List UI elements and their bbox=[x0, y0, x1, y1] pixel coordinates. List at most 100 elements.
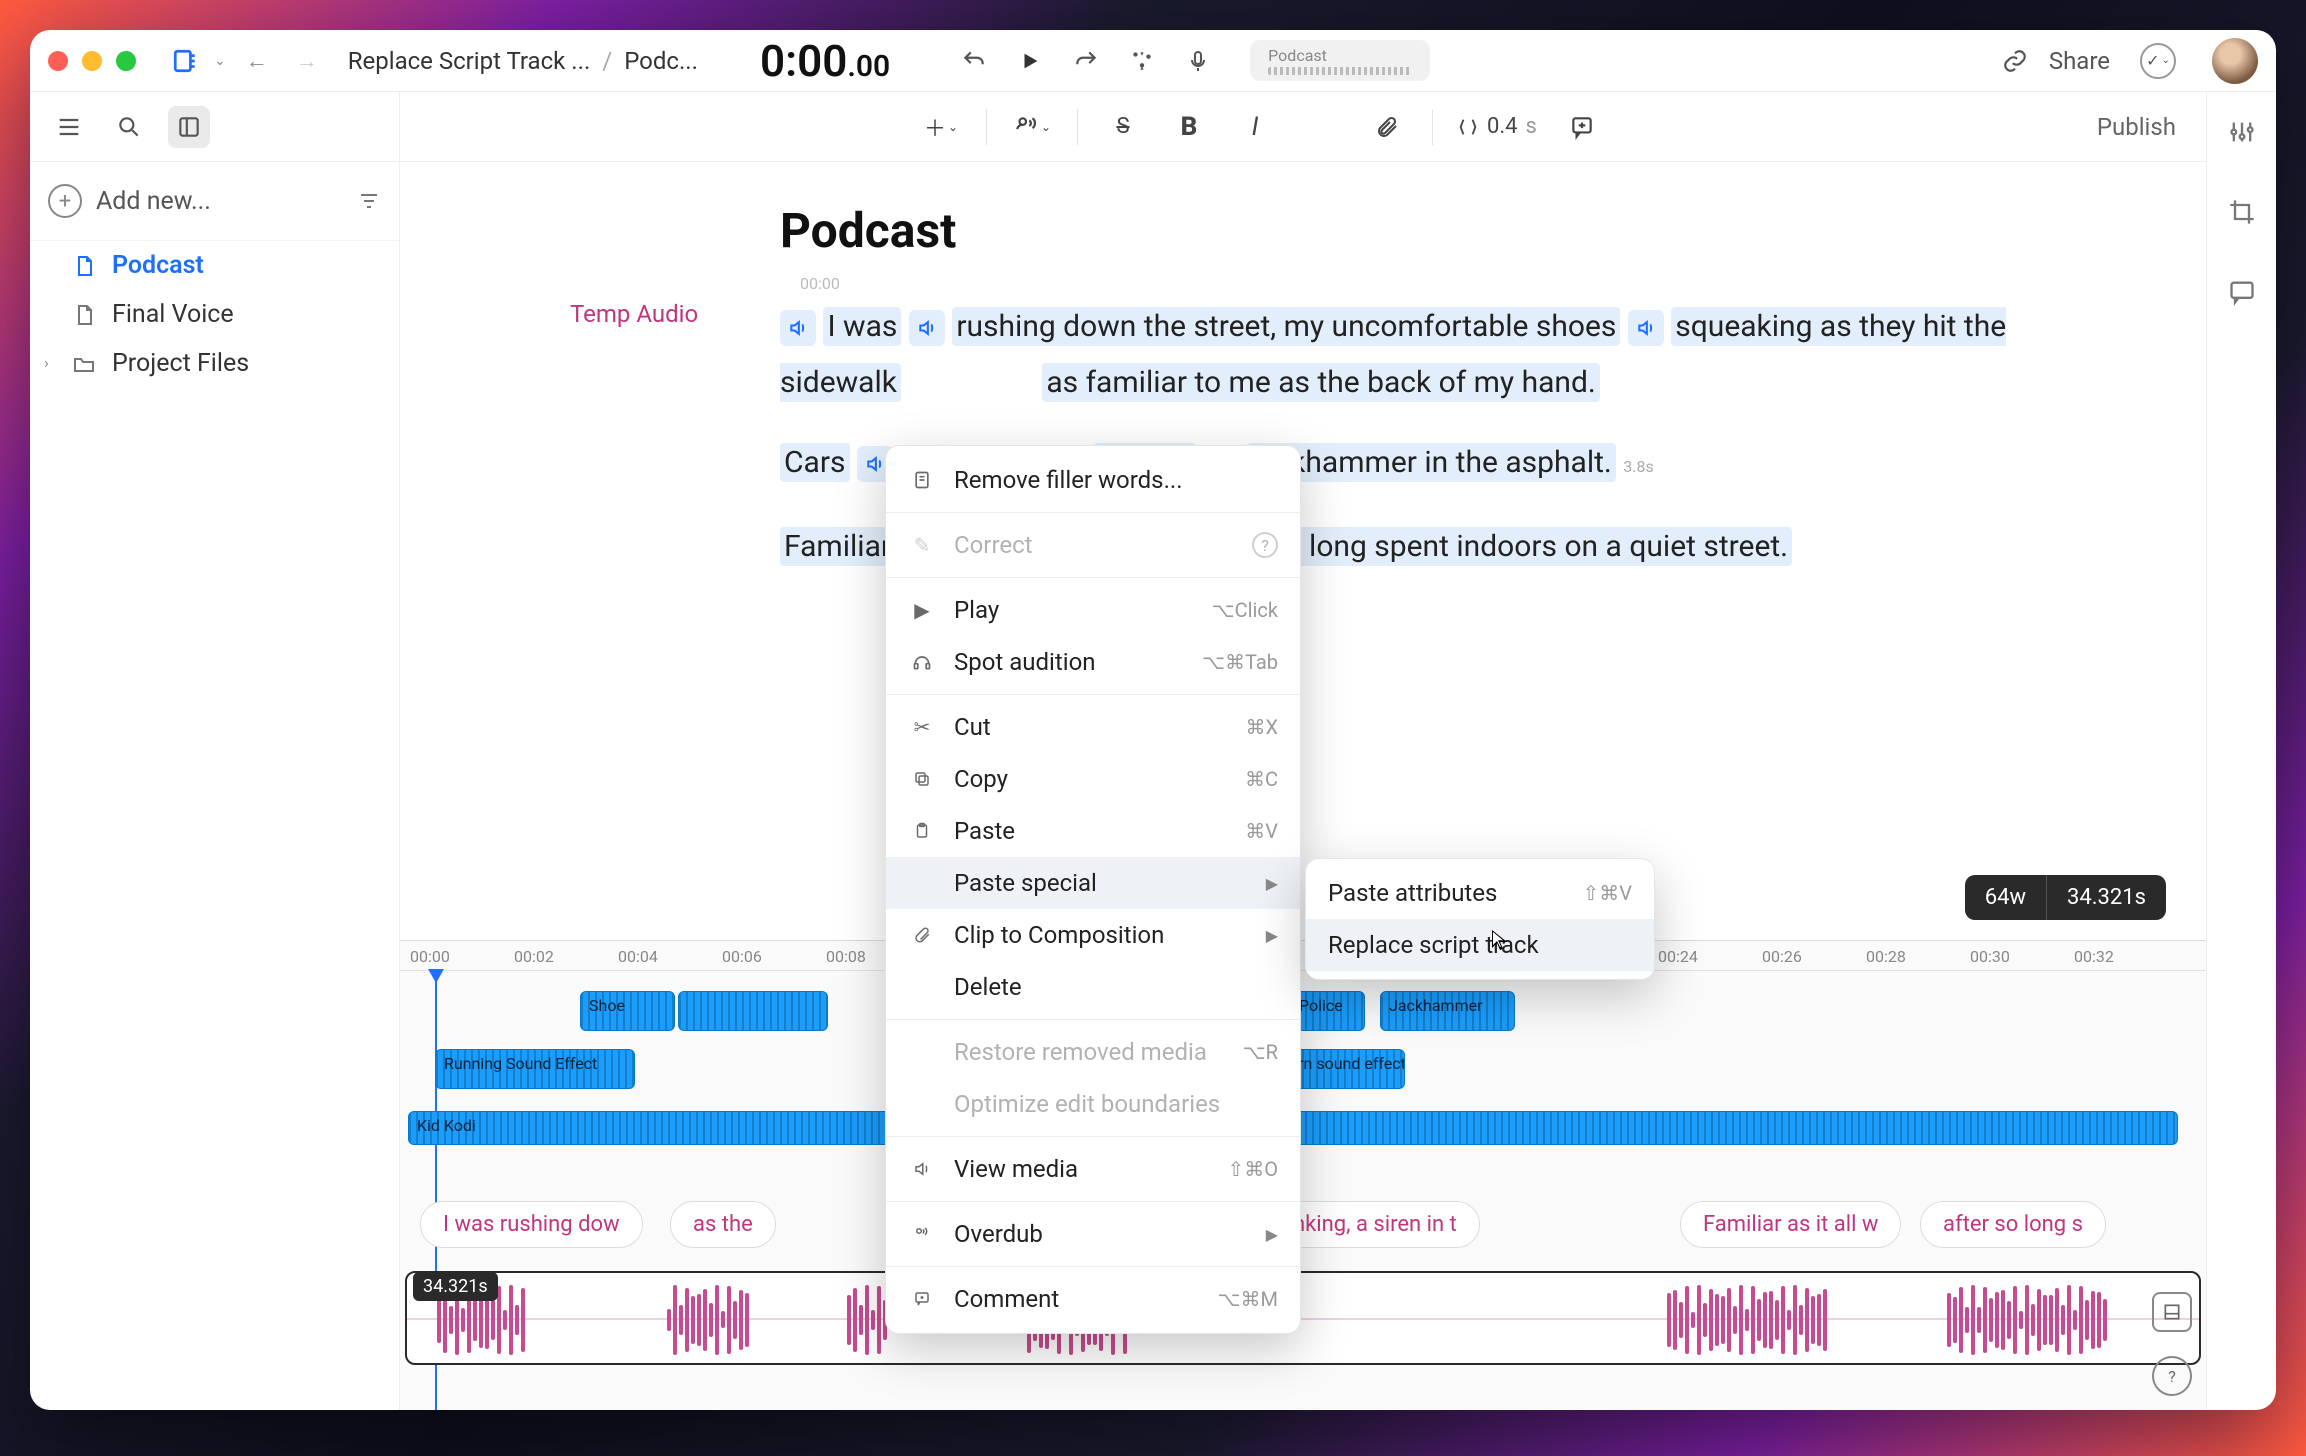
timeline-ruler[interactable]: 00:0000:0200:0400:0600:0800:1000:1200:14… bbox=[400, 941, 2206, 971]
breadcrumb[interactable]: Replace Script Track ... / Podc... bbox=[348, 47, 698, 75]
timeline-side-buttons: ? bbox=[2152, 1292, 2192, 1396]
crop-icon[interactable] bbox=[2222, 192, 2262, 232]
speaker-label[interactable]: Temp Audio bbox=[570, 300, 698, 328]
gap-badge: 3.8s bbox=[1623, 439, 1653, 495]
menu-label: Spot audition bbox=[954, 648, 1096, 676]
timeline-clip[interactable]: Police bbox=[1290, 991, 1365, 1031]
publish-button[interactable]: Publish bbox=[2097, 113, 2176, 141]
sidebar-item-project-files[interactable]: Project Files bbox=[30, 339, 399, 388]
shortcut: ⇧⌘O bbox=[1227, 1157, 1278, 1181]
folder-icon bbox=[70, 350, 98, 378]
gap-duration[interactable]: 0.4 s bbox=[1457, 114, 1537, 139]
audio-marker-icon[interactable] bbox=[909, 310, 945, 346]
menu-label: Paste bbox=[954, 817, 1015, 845]
panel-toggle-icon[interactable] bbox=[168, 106, 210, 148]
user-avatar[interactable] bbox=[2212, 38, 2258, 84]
share-button[interactable]: Share bbox=[2049, 47, 2110, 75]
document: Podcast Temp Audio 00:00 I was rushing d… bbox=[400, 162, 2206, 940]
filter-icon[interactable] bbox=[357, 189, 381, 213]
strikethrough-button[interactable]: S bbox=[1102, 106, 1144, 148]
play-button[interactable] bbox=[1008, 39, 1052, 83]
undo-button[interactable] bbox=[952, 39, 996, 83]
script-chip[interactable]: as the bbox=[670, 1201, 776, 1248]
nav-forward[interactable]: → bbox=[288, 42, 326, 80]
submenu-arrow-icon: ▶ bbox=[1266, 874, 1278, 893]
menu-remove-filler[interactable]: Remove filler words... bbox=[886, 454, 1300, 506]
expand-icon[interactable]: › bbox=[44, 353, 49, 372]
app-logo[interactable] bbox=[168, 44, 202, 78]
audio-marker-icon[interactable] bbox=[1628, 310, 1664, 346]
submenu-replace-script-track[interactable]: Replace script track bbox=[1306, 919, 1654, 971]
close-window[interactable] bbox=[48, 51, 68, 71]
script-chip[interactable]: I was rushing dow bbox=[420, 1201, 643, 1248]
menu-play[interactable]: ▶Play⌥Click bbox=[886, 584, 1300, 636]
menu-delete[interactable]: Delete bbox=[886, 961, 1300, 1013]
comment-button[interactable] bbox=[1561, 106, 1603, 148]
sidebar-item-podcast[interactable]: Podcast bbox=[30, 241, 399, 290]
menu-clip-composition[interactable]: Clip to Composition▶ bbox=[886, 909, 1300, 961]
text-span[interactable]: rushing down the street, my uncomfortabl… bbox=[952, 307, 1620, 346]
effects-button[interactable] bbox=[1120, 39, 1164, 83]
text-span[interactable]: jackhammer in the asphalt. bbox=[1247, 443, 1616, 482]
shortcut: ⌥Click bbox=[1212, 598, 1278, 622]
redo-button[interactable] bbox=[1064, 39, 1108, 83]
context-menu[interactable]: Remove filler words... ✎Correct? ▶Play⌥C… bbox=[885, 445, 1301, 1334]
sidebar-item-final-voice[interactable]: Final Voice bbox=[30, 290, 399, 339]
attachment-button[interactable] bbox=[1366, 106, 1408, 148]
submenu-paste-attributes[interactable]: Paste attributes⇧⌘V bbox=[1306, 867, 1654, 919]
mic-button[interactable] bbox=[1176, 39, 1220, 83]
menu-spot-audition[interactable]: Spot audition⌥⌘Tab bbox=[886, 636, 1300, 688]
text-span[interactable]: Familiar bbox=[780, 527, 895, 566]
menu-cut[interactable]: ✂Cut⌘X bbox=[886, 701, 1300, 753]
sliders-icon[interactable] bbox=[2222, 112, 2262, 152]
script-chip[interactable]: nking, a siren in t bbox=[1270, 1201, 1480, 1248]
timeline-clip[interactable]: Jackhammer bbox=[1380, 991, 1515, 1031]
timeline-tracks[interactable]: I was rushing dowas theUhnking, a siren … bbox=[400, 971, 2206, 1410]
script-chip[interactable]: after so long s bbox=[1920, 1201, 2106, 1248]
chat-icon[interactable] bbox=[2222, 272, 2262, 312]
timeline[interactable]: 00:0000:0200:0400:0600:0800:1000:1200:14… bbox=[400, 940, 2206, 1410]
timestamp-hint: 00:00 bbox=[800, 274, 840, 293]
text-span[interactable]: as familiar to me as the back of my hand… bbox=[1042, 363, 1599, 402]
sidebar-item-label: Final Voice bbox=[112, 300, 234, 329]
maximize-window[interactable] bbox=[116, 51, 136, 71]
submenu-paste-special[interactable]: Paste attributes⇧⌘V Replace script track bbox=[1305, 858, 1655, 980]
text-span[interactable]: Cars bbox=[780, 443, 850, 482]
breadcrumb-project[interactable]: Replace Script Track ... bbox=[348, 47, 591, 75]
add-new-button[interactable]: + Add new... bbox=[30, 162, 399, 241]
app-menu-chevron[interactable]: ⌄ bbox=[214, 53, 226, 69]
menu-paste-special[interactable]: Paste special▶ bbox=[886, 857, 1300, 909]
audio-marker-icon[interactable] bbox=[780, 310, 816, 346]
status-check[interactable]: ✓⌄ bbox=[2140, 43, 2176, 79]
search-icon[interactable] bbox=[108, 106, 150, 148]
doc-icon bbox=[70, 301, 98, 329]
page-title[interactable]: Podcast bbox=[780, 202, 2086, 259]
highlight-button[interactable] bbox=[1300, 106, 1342, 148]
text-span[interactable]: I was bbox=[823, 307, 901, 346]
menu-label: Cut bbox=[954, 713, 991, 741]
menu-view-media[interactable]: View media⇧⌘O bbox=[886, 1143, 1300, 1195]
nav-back[interactable]: ← bbox=[238, 42, 276, 80]
timeline-clip[interactable]: Shoe bbox=[580, 991, 675, 1031]
voice-button[interactable]: ⌄ bbox=[1011, 106, 1053, 148]
menu-comment[interactable]: Comment⌥⌘M bbox=[886, 1273, 1300, 1325]
bold-button[interactable]: B bbox=[1168, 106, 1210, 148]
script-chip[interactable]: Familiar as it all w bbox=[1680, 1201, 1901, 1248]
minimize-window[interactable] bbox=[82, 51, 102, 71]
composition-dropdown[interactable]: Podcast bbox=[1250, 40, 1430, 81]
breadcrumb-doc[interactable]: Podc... bbox=[624, 47, 698, 75]
insert-button[interactable]: ＋⌄ bbox=[920, 106, 962, 148]
help-icon[interactable]: ? bbox=[2152, 1356, 2192, 1396]
hamburger-icon[interactable] bbox=[48, 106, 90, 148]
menu-copy[interactable]: Copy⌘C bbox=[886, 753, 1300, 805]
right-rail bbox=[2206, 92, 2276, 1410]
menu-paste[interactable]: Paste⌘V bbox=[886, 805, 1300, 857]
link-icon[interactable] bbox=[1993, 39, 2037, 83]
waveform-track[interactable]: 34.321s bbox=[405, 1271, 2201, 1365]
italic-button[interactable]: I bbox=[1234, 106, 1276, 148]
timeline-clip[interactable]: Running Sound Effect bbox=[435, 1049, 635, 1089]
menu-overdub[interactable]: Overdub▶ bbox=[886, 1208, 1300, 1260]
layout-icon[interactable] bbox=[2152, 1292, 2192, 1332]
timeline-clip[interactable] bbox=[678, 991, 828, 1031]
paragraph-1[interactable]: I was rushing down the street, my uncomf… bbox=[780, 299, 2086, 411]
